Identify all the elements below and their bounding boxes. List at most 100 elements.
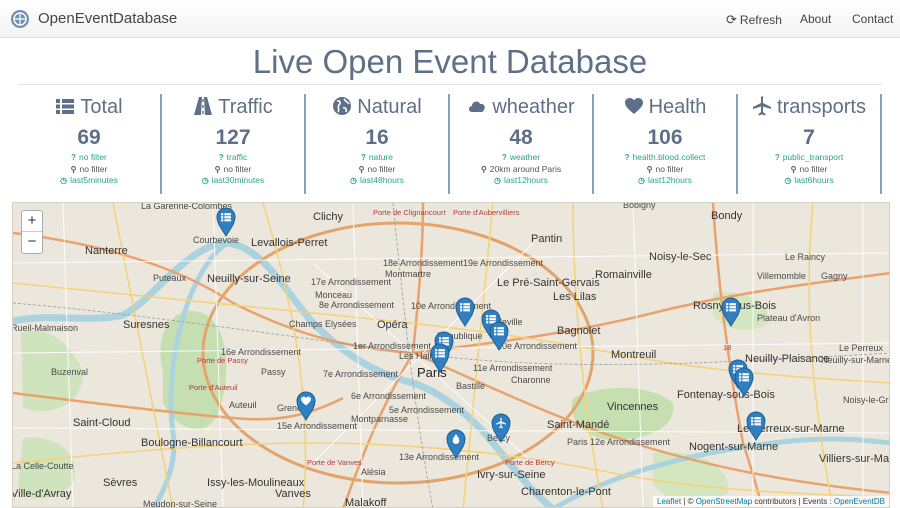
map-place-label: 6e Arrondissement	[351, 391, 427, 401]
stat-count: 69	[77, 126, 101, 149]
map-place-label: Noisy-le-Sec	[649, 251, 712, 263]
map-place-label: Alésia	[361, 467, 386, 477]
map-marker-icon	[734, 367, 754, 398]
stat-where: ⚲ 20km around Paris	[450, 164, 592, 176]
about-link[interactable]: About	[800, 12, 831, 26]
event-marker[interactable]	[296, 391, 316, 422]
map-place-label: Opéra	[377, 319, 408, 331]
stat-when-text: last48hours	[360, 175, 404, 185]
map-place-label: 8e Arrondissement	[319, 300, 395, 310]
refresh-link[interactable]: ⟳ Refresh	[726, 12, 782, 28]
map-place-label: Nanterre	[85, 245, 128, 257]
map-place-label: 11e Arrondissement	[473, 363, 553, 373]
stat-what: ? nature	[306, 152, 448, 164]
map-place-label: Puteaux	[153, 273, 187, 283]
map-place-label: Fontenay-sous-Bois	[677, 389, 775, 401]
map-place-label: Charonne	[511, 375, 551, 385]
stat-card-natural[interactable]: Natural 16? nature ⚲ no filter ◷ last48hours	[306, 94, 450, 194]
map-marker-icon	[455, 297, 475, 328]
cloud-icon	[467, 96, 487, 122]
stat-header: transports	[738, 96, 880, 124]
map-place-label: Noisy-le-Grand	[843, 395, 889, 405]
contact-link[interactable]: Contact	[852, 12, 893, 26]
stat-card-health[interactable]: Health 106? health.blood.collect ⚲ no filter…	[594, 94, 738, 194]
map-place-label: Neuilly-Plaisance	[745, 353, 830, 365]
event-marker[interactable]	[446, 429, 466, 460]
event-marker[interactable]	[430, 343, 450, 374]
stat-card-traffic[interactable]: Traffic 127? traffic ⚲ no filter ◷ last30minut…	[162, 94, 306, 194]
list-icon	[726, 303, 736, 312]
map-place-label: Porte d'Aubervilliers	[453, 208, 520, 217]
stat-where: ⚲ no filter	[306, 164, 448, 176]
event-marker[interactable]	[734, 367, 754, 398]
clock-icon: ◷	[60, 176, 68, 185]
stat-when: ◷ last12hours	[450, 175, 592, 187]
stat-label: Traffic	[218, 96, 273, 118]
list-icon	[435, 349, 445, 358]
list-icon	[751, 417, 761, 426]
event-marker[interactable]	[746, 411, 766, 442]
map-place-label: Suresnes	[123, 319, 170, 331]
map-place-label: Vincennes	[607, 401, 659, 413]
map-pin-icon: ⚲	[358, 164, 365, 174]
clock-icon: ◷	[350, 176, 358, 185]
stat-when-text: last30minutes	[211, 175, 265, 185]
stat-where: ⚲ no filter	[738, 164, 880, 176]
navbar: OpenEventDatabase ⟳ Refresh About Contact	[0, 0, 900, 38]
map-place-label: Rueil-Malmaison	[12, 323, 79, 333]
stat-card-wheather[interactable]: wheather 48? weather ⚲ 20km around Paris ◷ las…	[450, 94, 594, 194]
stat-header: Total	[18, 96, 160, 124]
map-place-label: Meudon-sur-Seine	[143, 499, 218, 508]
stat-when-text: last5minutes	[70, 175, 118, 185]
stat-when: ◷ last6hours	[738, 175, 880, 187]
map-pin-icon: ⚲	[480, 164, 487, 174]
map-pin-icon: ⚲	[70, 164, 77, 174]
globe-icon	[332, 96, 352, 122]
map-place-label: 7e Arrondissement	[323, 369, 399, 379]
stat-where-text: no filter	[223, 163, 252, 174]
stat-when: ◷ last12hours	[594, 175, 736, 187]
map-place-label: Le Raincy	[785, 252, 826, 262]
title-divider	[18, 84, 882, 85]
map-place-label: Saint-Cloud	[73, 417, 131, 429]
stat-label: Natural	[357, 96, 422, 118]
map-place-label: 13e Arrondissement	[399, 452, 480, 462]
event-marker[interactable]	[491, 413, 511, 444]
map-place-label: Neuilly-sur-Seine	[207, 273, 291, 285]
brand-logo-icon[interactable]	[10, 9, 30, 29]
stat-header: Traffic	[162, 96, 304, 124]
stat-what: ? traffic	[162, 152, 304, 164]
map-place-label: Sèvres	[103, 477, 138, 489]
map-place-label: Porte de Bercy	[505, 458, 555, 467]
osm-link[interactable]: OpenStreetMap	[696, 497, 752, 506]
stat-what-text: no filter	[79, 152, 107, 162]
stat-what: ? no filter	[18, 152, 160, 164]
zoom-in-button[interactable]: +	[22, 211, 42, 232]
event-map[interactable]: + − La Garenne-Colombes Clichy Porte de Cl…	[12, 202, 890, 508]
stat-label: transports	[777, 96, 866, 118]
heart-icon	[624, 96, 644, 122]
list-icon	[494, 327, 504, 336]
zoom-out-button[interactable]: −	[22, 232, 42, 253]
map-attribution: Leaflet | © OpenStreetMap contributors |…	[653, 496, 889, 507]
map-place-label: Montmartre	[385, 269, 432, 279]
stat-card-transports[interactable]: transports 7? public_transport ⚲ no filter ◷ l…	[738, 94, 882, 194]
map-place-label: Porte de Passy	[197, 356, 248, 365]
map-pin-icon: ⚲	[790, 164, 797, 174]
map-marker-icon	[491, 413, 511, 444]
stat-label: wheather	[492, 96, 575, 118]
event-marker[interactable]	[216, 207, 236, 238]
event-marker[interactable]	[489, 321, 509, 352]
map-pin-icon: ⚲	[646, 164, 653, 174]
page-title: Live Open Event Database	[252, 43, 648, 80]
map-place-label: Porte de Clignancourt	[373, 208, 446, 217]
clock-icon: ◷	[638, 176, 646, 185]
stat-card-total[interactable]: Total 69 ? no filter ⚲ no filter ◷ last5minutes	[18, 94, 162, 194]
brand-link[interactable]: OpenEventDatabase	[38, 10, 177, 27]
question-icon: ?	[218, 153, 224, 162]
leaflet-link[interactable]: Leaflet	[657, 497, 681, 506]
event-marker[interactable]	[721, 297, 741, 328]
question-icon: ?	[71, 153, 76, 162]
event-marker[interactable]	[455, 297, 475, 328]
oedb-link[interactable]: OpenEventDB	[834, 497, 885, 506]
